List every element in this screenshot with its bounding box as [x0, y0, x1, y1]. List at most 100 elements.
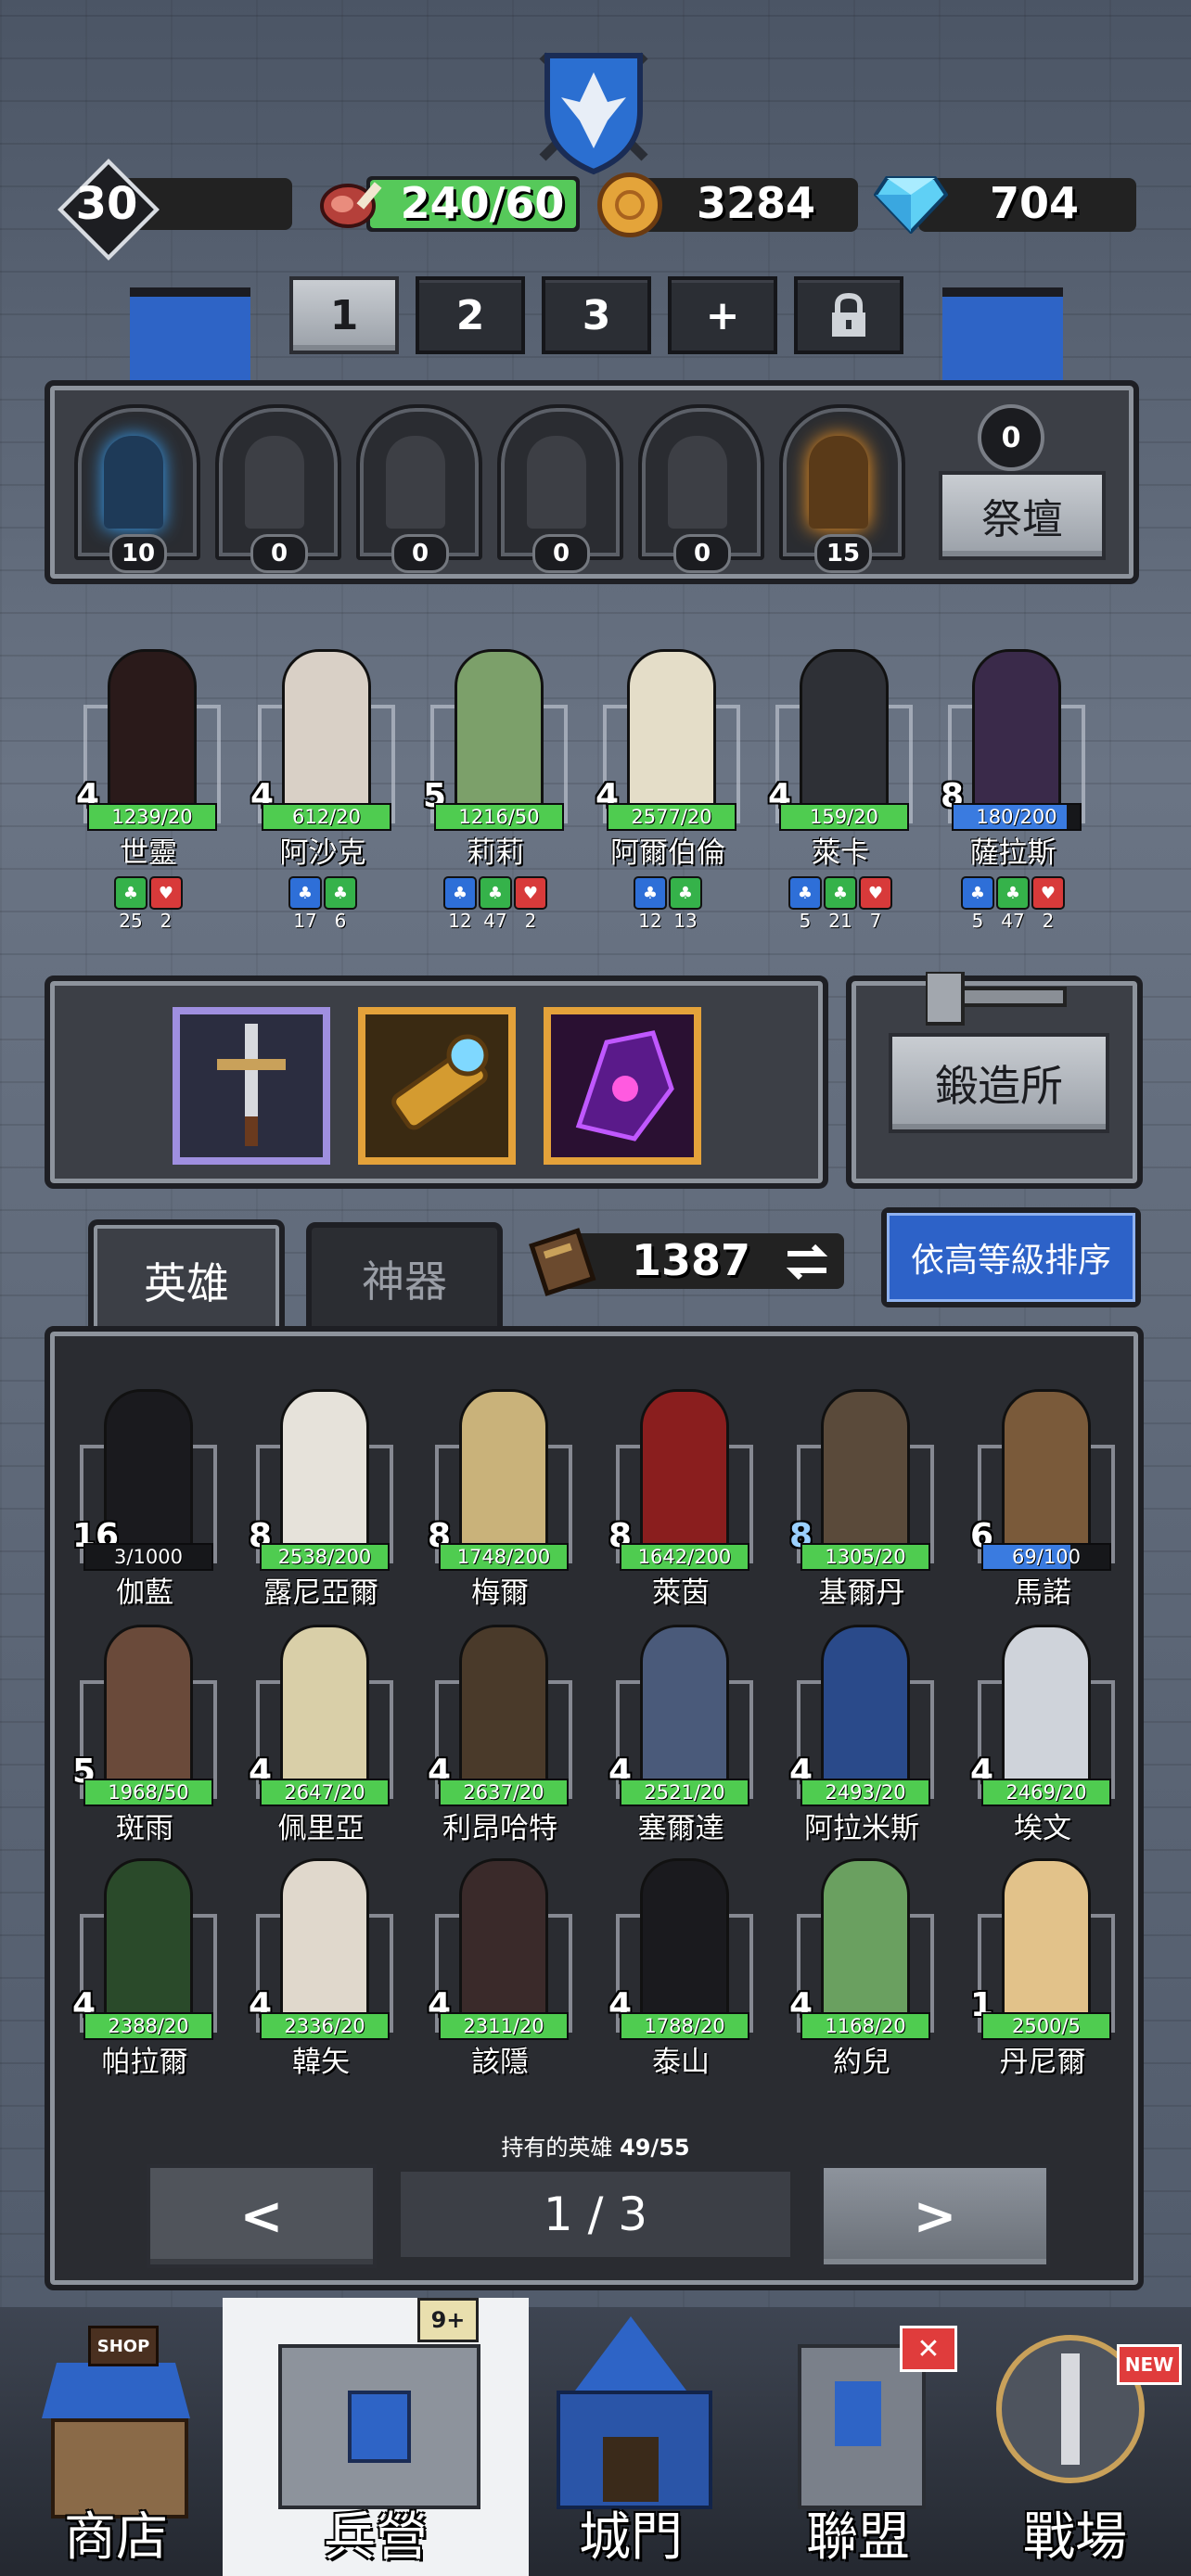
hero-name: 該隱 — [471, 2046, 529, 2079]
stat-green: ♣ 13 — [669, 876, 702, 932]
nav-shop[interactable]: SHOP 商店 — [0, 2298, 232, 2576]
nav-barracks-label: 兵營 — [324, 2507, 428, 2568]
forge-button[interactable]: 鍛造所 — [889, 1033, 1109, 1133]
class-icon: ♣ — [479, 876, 512, 910]
roster-hero[interactable]: 4 2336/20 韓矢 — [243, 1858, 399, 2090]
hero-sprite — [640, 1858, 729, 2021]
stat-value: 25 — [119, 910, 143, 932]
hero-sprite — [104, 1625, 193, 1788]
hero-sprite — [640, 1389, 729, 1552]
hero-xp: 2388/20 — [108, 2015, 189, 2037]
nav-gate[interactable]: 城門 — [515, 2298, 747, 2576]
roster-hero[interactable]: 4 2469/20 埃文 — [965, 1625, 1121, 1856]
roster-hero[interactable]: 4 2388/20 帕拉爾 — [67, 1858, 223, 2090]
class-icon: ♣ — [288, 876, 322, 910]
hero-xp-bar: 3/1000 — [83, 1543, 213, 1571]
roster-hero[interactable]: 8 1642/200 萊茵 — [603, 1389, 759, 1621]
tab-heroes[interactable]: 英雄 — [88, 1219, 285, 1336]
team-hero[interactable]: 4 612/20 阿沙克 ♣ 17 ♣ 6 — [245, 649, 401, 932]
roster-hero[interactable]: 4 2637/20 利昂哈特 — [422, 1625, 578, 1856]
next-page-button[interactable]: > — [820, 2164, 1050, 2268]
roster-hero[interactable]: 4 1788/20 泰山 — [603, 1858, 759, 2090]
roster-hero[interactable]: 8 2538/200 露尼亞爾 — [243, 1389, 399, 1621]
team-hero[interactable]: 4 1239/20 世靈 ♣ 25 ♥ 2 — [70, 649, 226, 932]
player-level-badge[interactable]: 30 — [51, 158, 301, 261]
roster-hero[interactable]: 8 1305/20 基爾丹 — [784, 1389, 940, 1621]
class-icon: ♣ — [788, 876, 822, 910]
altar-statue-1[interactable]: 10 — [74, 404, 200, 573]
statue-count: 0 — [391, 534, 449, 573]
nav-arena[interactable]: NEW 戰場 — [959, 2298, 1191, 2576]
hero-xp-bar: 2388/20 — [83, 2012, 213, 2040]
hero-sprite — [972, 649, 1061, 812]
roster-hero[interactable]: 8 1748/200 梅爾 — [422, 1389, 578, 1621]
hero-xp-bar: 69/100 — [981, 1543, 1111, 1571]
hero-xp-bar: 2647/20 — [260, 1779, 390, 1806]
lock-icon — [832, 292, 865, 337]
roster-hero[interactable]: 6 69/100 馬諾 — [965, 1389, 1121, 1621]
diamond-icon — [873, 174, 949, 235]
roster-hero[interactable]: 1 2500/5 丹尼爾 — [965, 1858, 1121, 2090]
hero-name: 斑雨 — [116, 1812, 173, 1845]
roster-hero[interactable]: 4 2521/20 塞爾達 — [603, 1625, 759, 1856]
owned-label: 持有的英雄 — [501, 2135, 613, 2161]
hero-sprite — [821, 1389, 910, 1552]
altar-button[interactable]: 祭壇 — [939, 471, 1106, 560]
team-hero[interactable]: 5 1216/50 莉莉 ♣ 12 ♣ 47 ♥ 2 — [417, 649, 573, 932]
altar-statue-4[interactable]: 0 — [497, 404, 623, 573]
stat-red: ♥ 2 — [1031, 876, 1065, 932]
prev-page-button[interactable]: < — [147, 2164, 377, 2268]
team-tab-1[interactable]: 1 — [289, 276, 399, 354]
altar-statue-3[interactable]: 0 — [356, 404, 482, 573]
stat-value: 7 — [869, 910, 882, 932]
hero-sprite — [459, 1858, 548, 2021]
hero-name: 世靈 — [120, 836, 177, 870]
statue-count: 15 — [814, 534, 872, 573]
stat-value: 17 — [293, 910, 317, 932]
book-counter[interactable]: 1387 — [519, 1224, 853, 1298]
team-hero[interactable]: 4 159/20 萊卡 ♣ 5 ♣ 21 ♥ 7 — [762, 649, 918, 932]
gold-counter[interactable]: 3284 — [594, 167, 863, 241]
team-hero[interactable]: 4 2577/20 阿爾伯倫 ♣ 12 ♣ 13 — [590, 649, 746, 932]
heart-icon: ♥ — [1031, 876, 1065, 910]
hero-xp-bar: 2493/20 — [800, 1779, 930, 1806]
roster-hero[interactable]: 4 2647/20 佩里亞 — [243, 1625, 399, 1856]
team-tab-2[interactable]: 2 — [416, 276, 525, 354]
sword-item[interactable] — [173, 1007, 330, 1165]
hero-xp: 159/20 — [810, 806, 878, 828]
altar-statue-5[interactable]: 0 — [638, 404, 764, 573]
altar-statue-6[interactable]: 15 — [779, 404, 905, 573]
sort-button[interactable]: 依高等級排序 — [881, 1207, 1141, 1307]
team-tab-3[interactable]: 3 — [542, 276, 651, 354]
hero-xp-bar: 2500/5 — [981, 2012, 1111, 2040]
tab-artifacts[interactable]: 神器 — [306, 1222, 503, 1335]
stat-value: 21 — [828, 910, 852, 932]
nav-barracks[interactable]: 9+ 兵營 — [223, 2298, 529, 2576]
stat-value: 47 — [483, 910, 507, 932]
hero-xp: 3/1000 — [114, 1546, 183, 1568]
team-tab-locked[interactable] — [794, 276, 903, 354]
team-hero[interactable]: 8 180/200 薩拉斯 ♣ 5 ♣ 47 ♥ 2 — [935, 649, 1091, 932]
castle-crest-icon — [533, 46, 654, 176]
dark-crystal-item[interactable] — [544, 1007, 701, 1165]
swap-icon[interactable] — [784, 1239, 830, 1285]
meat-counter[interactable]: 240/60 — [311, 167, 584, 241]
hero-xp: 612/20 — [292, 806, 361, 828]
spyglass-item[interactable] — [358, 1007, 516, 1165]
roster-hero[interactable]: 4 1168/20 約兒 — [784, 1858, 940, 2090]
roster-hero[interactable]: 4 2493/20 阿拉米斯 — [784, 1625, 940, 1856]
statue-count: 0 — [532, 534, 590, 573]
class-icon: ♣ — [114, 876, 147, 910]
altar-panel: 10 0 0 0 0 15 0 祭壇 — [45, 380, 1139, 584]
hero-xp: 1748/200 — [456, 1546, 551, 1568]
hero-sprite — [459, 1389, 548, 1552]
roster-hero[interactable]: 16 3/1000 伽藍 — [67, 1389, 223, 1621]
nav-alliance[interactable]: ✕ 聯盟 — [742, 2298, 974, 2576]
roster-hero[interactable]: 4 2311/20 該隱 — [422, 1858, 578, 2090]
hero-sprite — [640, 1625, 729, 1788]
gem-counter[interactable]: 704 — [872, 167, 1141, 241]
altar-statue-2[interactable]: 0 — [215, 404, 341, 573]
team-tab-add[interactable]: + — [668, 276, 777, 354]
stat-red: ♥ 2 — [514, 876, 547, 932]
roster-hero[interactable]: 5 1968/50 斑雨 — [67, 1625, 223, 1856]
